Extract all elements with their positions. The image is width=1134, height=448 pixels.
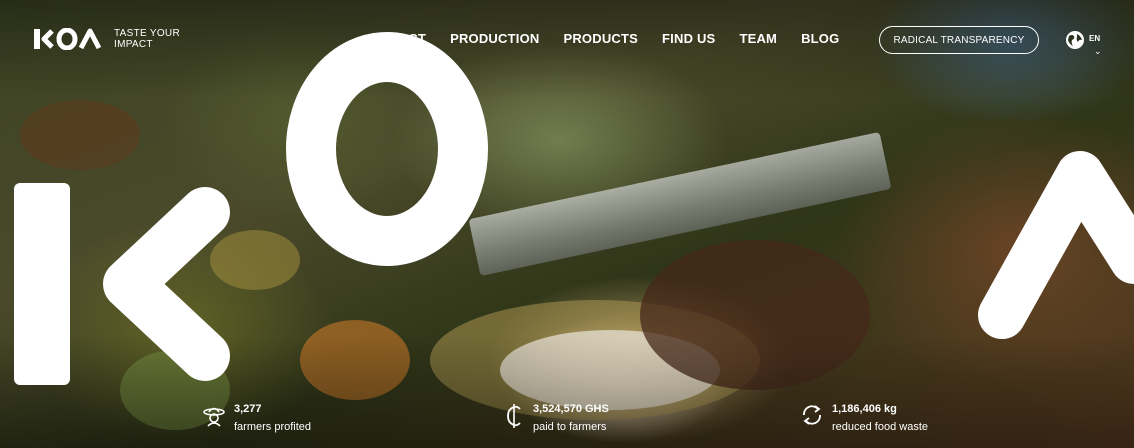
- stat-farmers-value: 3,277: [234, 403, 262, 415]
- nav-item-products[interactable]: PRODUCTS: [563, 31, 638, 46]
- hero-letter-k-stem: [14, 183, 70, 385]
- hero-letter-k-chevron: [103, 187, 230, 381]
- nav-item-production[interactable]: PRODUCTION: [450, 31, 539, 46]
- globe-icon: [1066, 31, 1084, 49]
- recycle-arrows-icon: [803, 405, 821, 425]
- nav-item-blog[interactable]: BLOG: [801, 31, 839, 46]
- chevron-down-icon[interactable]: ⌄: [1094, 46, 1102, 57]
- site-header: TASTE YOUR IMPACT IMPACT PRODUCTION PROD…: [0, 0, 1134, 78]
- stat-paid: 3,524,570 GHS paid to farmers: [505, 403, 609, 434]
- stat-farmers: 3,277 farmers profited: [202, 403, 311, 434]
- main-nav: IMPACT PRODUCTION PRODUCTS FIND US TEAM …: [376, 31, 839, 46]
- farmer-hat-icon: [203, 407, 225, 427]
- stat-paid-value: 3,524,570 GHS: [533, 403, 609, 415]
- hero-letter-a: [978, 151, 1134, 339]
- hero-section: TASTE YOUR IMPACT IMPACT PRODUCTION PROD…: [0, 0, 1134, 448]
- nav-item-team[interactable]: TEAM: [739, 31, 777, 46]
- stat-food-waste-value: 1,186,406 kg: [832, 403, 897, 415]
- cedi-currency-icon: [507, 404, 521, 428]
- koa-logo-icon: [34, 28, 102, 50]
- nav-item-find-us[interactable]: FIND US: [662, 31, 715, 46]
- language-label: EN: [1089, 34, 1101, 43]
- brand-tagline: TASTE YOUR IMPACT: [114, 28, 180, 50]
- hero-letter-o: [286, 32, 488, 266]
- radical-transparency-button[interactable]: RADICAL TRANSPARENCY: [879, 26, 1039, 54]
- stat-food-waste: 1,186,406 kg reduced food waste: [800, 403, 928, 434]
- stat-paid-label: paid to farmers: [533, 421, 607, 433]
- nav-item-impact[interactable]: IMPACT: [376, 31, 426, 46]
- stat-farmers-label: farmers profited: [234, 421, 312, 433]
- stat-food-waste-label: reduced food waste: [832, 421, 929, 433]
- logo-link[interactable]: TASTE YOUR IMPACT: [34, 28, 194, 50]
